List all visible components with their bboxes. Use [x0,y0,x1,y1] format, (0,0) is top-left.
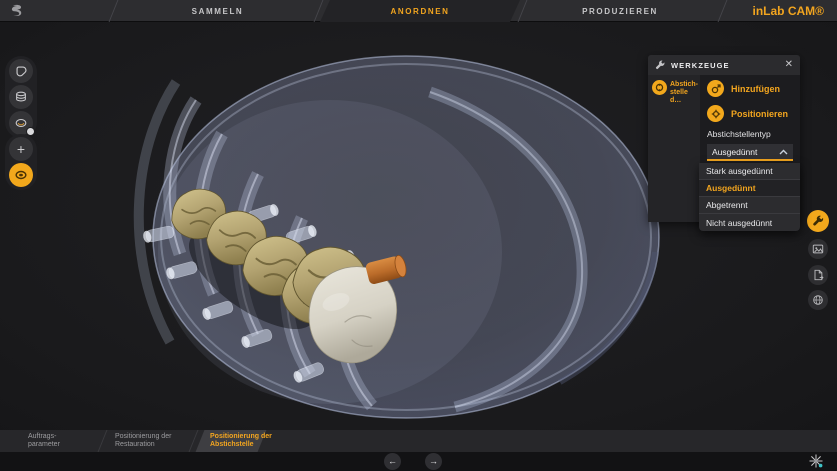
left-toolbar-top [5,56,37,138]
tool-label-line1: Abstich- [670,81,698,88]
disc-icon [14,168,28,182]
tool-label-line2: stelle d… [670,89,688,104]
disc-stack-button[interactable] [9,85,33,109]
dropdown-option[interactable]: Nicht ausgedünnt [699,214,800,231]
app-title: inLab CAM® [752,0,824,22]
screenshot-button[interactable] [808,239,828,259]
active-disc-button[interactable] [9,163,33,187]
divider [98,430,108,452]
orientation-gizmo-icon[interactable] [808,453,824,469]
select-value: Ausgedünnt [712,147,757,157]
panel-title: WERKZEUGE [671,61,730,70]
sprue-type-dropdown: Stark ausgedünnt Ausgedünnt Abgetrennt N… [699,163,800,231]
dropdown-option[interactable]: Stark ausgedünnt [699,163,800,180]
network-button[interactable] [808,290,828,310]
add-sprue-button[interactable]: Hinzufügen [707,80,793,97]
globe-icon [812,294,824,306]
tool-category-column: Abstich- stelle d… [648,75,700,222]
tab-label-line1: Positionierung der [115,433,171,440]
tab-label-line1: Positionierung der [210,433,272,440]
export-document-button[interactable] [808,265,828,285]
tab-positionierung-restauration[interactable]: Positionierung der Restauration [115,433,171,450]
tool-entry-abstichstelle[interactable]: Abstich- stelle d… [652,80,697,105]
inlab-cam-window: SAMMELN ANORDNEN PRODUZIEREN inLab CAM® [0,0,837,471]
dropdown-option-selected[interactable]: Ausgedünnt [699,180,800,197]
phase-tab-anordnen[interactable]: ANORDNEN [320,0,520,22]
sprue-tool-icon [652,80,667,95]
tab-auftragsparameter[interactable]: Auftrags- parameter [28,433,60,450]
tab-label-line1: Auftrags- [28,433,56,440]
step-tab-bar: Auftrags- parameter Positionierung der R… [0,430,837,452]
left-toolbar-bottom: + [5,134,37,190]
chevron-up-icon [779,149,788,155]
sprue-type-select[interactable]: Ausgedünnt [707,144,793,161]
image-icon [812,243,824,255]
phase-tab-sammeln[interactable]: SAMMELN [115,0,320,22]
blank-shape-button[interactable] [9,59,33,83]
tools-button[interactable] [807,210,829,232]
tab-label-line2: parameter [28,441,60,448]
tab-positionierung-abstichstelle[interactable]: Positionierung der Abstichstelle [210,433,272,450]
werkzeuge-panel: WERKZEUGE ✕ Abstich- stelle [648,55,800,222]
tab-label-line2: Restauration [115,441,155,448]
position-sprue-icon [707,105,724,122]
close-icon[interactable]: ✕ [785,60,793,70]
footer: Auftrags- parameter Positionierung der R… [0,430,837,471]
3d-viewport[interactable]: + [0,22,837,430]
phase-tab-produzieren[interactable]: PRODUZIEREN [520,0,720,22]
panel-header[interactable]: WERKZEUGE ✕ [648,55,800,75]
top-phase-bar: SAMMELN ANORDNEN PRODUZIEREN inLab CAM® [0,0,837,22]
add-sprue-label: Hinzufügen [731,84,780,94]
position-sprue-label: Positionieren [731,109,788,119]
add-sprue-icon [707,80,724,97]
dropdown-option[interactable]: Abgetrennt [699,197,800,214]
tool-entry-label: Abstich- stelle d… [670,80,698,105]
sprue-type-label: Abstichstellentyp [707,129,793,140]
brand-logo [9,3,25,19]
document-export-icon [812,269,824,281]
blank-shape-icon [14,64,28,78]
position-sprue-button[interactable]: Positionieren [707,105,793,122]
back-button[interactable]: ← [384,453,401,470]
forward-button[interactable]: → [425,453,442,470]
bottom-strip: ← → [0,452,837,471]
wrench-icon [655,60,666,71]
disc-stack-icon [14,90,28,104]
add-job-button[interactable]: + [9,137,33,161]
wrench-icon [812,215,825,228]
plus-icon: + [17,142,25,156]
tab-label-line2: Abstichstelle [210,441,254,448]
current-disc-button[interactable] [9,111,33,135]
